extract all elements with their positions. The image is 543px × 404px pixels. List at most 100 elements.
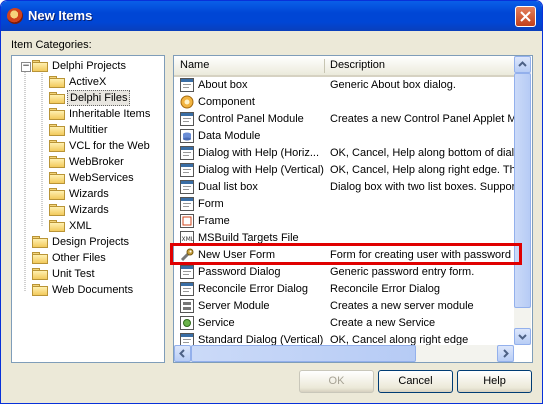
close-icon — [520, 11, 531, 22]
item-name: Server Module — [198, 300, 270, 312]
form-icon — [180, 282, 194, 296]
horizontal-scrollbar[interactable] — [174, 345, 514, 362]
window-title: New Items — [28, 8, 93, 23]
tree-item-label: Other Files — [52, 252, 106, 264]
folder-icon — [49, 140, 65, 152]
arrow-right-icon — [503, 349, 509, 358]
tree-item-label: Delphi Files — [67, 90, 131, 106]
category-tree[interactable]: − Delphi Projects ActiveX Delphi Files Inher… — [11, 55, 165, 363]
tree-item-label: Multitier — [69, 124, 108, 136]
list-item[interactable]: Password Dialog Generic password entry fo… — [174, 264, 514, 281]
form-icon — [180, 197, 194, 211]
list-item[interactable]: Service Create a new Service — [174, 315, 514, 332]
folder-icon — [32, 252, 48, 264]
form-icon — [180, 265, 194, 279]
item-description: Creates a new server module — [330, 300, 474, 312]
arrow-left-icon — [179, 349, 185, 358]
help-button[interactable]: Help — [457, 370, 532, 393]
tree-item-label: WebServices — [69, 172, 134, 184]
cancel-button[interactable]: Cancel — [378, 370, 453, 393]
item-description: Generic password entry form. — [330, 266, 475, 278]
tree-item-label: Design Projects — [52, 236, 130, 248]
vertical-scroll-thumb[interactable] — [514, 73, 531, 308]
folder-icon — [49, 188, 65, 200]
close-button[interactable] — [515, 6, 536, 27]
collapse-icon[interactable]: − — [21, 62, 31, 72]
scroll-right-button[interactable] — [497, 345, 514, 362]
list-item[interactable]: Dual list box Dialog box with two list bo… — [174, 179, 514, 196]
tree-item-label: WebBroker — [69, 156, 124, 168]
item-name: Component — [198, 96, 255, 108]
tree-item-label: Unit Test — [52, 268, 95, 280]
tree-item-label: Inheritable Items — [69, 108, 151, 120]
service-icon — [180, 316, 194, 330]
list-item[interactable]: Component — [174, 94, 514, 111]
item-categories-label: Item Categories: — [11, 39, 92, 51]
folder-icon — [49, 108, 65, 120]
item-description: Generic About box dialog. — [330, 79, 456, 91]
component-icon — [180, 95, 194, 109]
tree-item-label: Web Documents — [52, 284, 134, 296]
item-description: OK, Cancel, Help along bottom of dialo — [330, 147, 514, 159]
item-name: Dialog with Help (Horiz... — [198, 147, 320, 159]
scroll-up-button[interactable] — [514, 56, 531, 73]
data-module-icon — [180, 129, 194, 143]
items-list[interactable]: Name Description About box Generic About … — [173, 55, 533, 363]
horizontal-scroll-thumb[interactable] — [191, 345, 416, 362]
item-description: Creates a new Control Panel Applet Mo — [330, 113, 514, 125]
item-description: OK, Cancel, Help along right edge. This — [330, 164, 514, 176]
tree-item-label: VCL for the Web — [69, 140, 150, 152]
tree-item-label: Wizards — [69, 188, 109, 200]
tree-item-label: Delphi Projects — [52, 60, 126, 72]
list-item[interactable]: Data Module — [174, 128, 514, 145]
list-item[interactable]: Form — [174, 196, 514, 213]
folder-icon — [49, 76, 65, 88]
folder-icon — [32, 284, 48, 296]
arrow-up-icon — [518, 61, 527, 67]
form-icon — [180, 163, 194, 177]
item-name: Password Dialog — [198, 266, 281, 278]
column-header-name[interactable]: Name — [180, 59, 209, 71]
list-item[interactable]: Server Module Creates a new server module — [174, 298, 514, 315]
frame-icon — [180, 214, 194, 228]
list-item[interactable]: Dialog with Help (Horiz... OK, Cancel, He… — [174, 145, 514, 162]
form-icon — [180, 112, 194, 126]
item-name: Frame — [198, 215, 230, 227]
item-name: Form — [198, 198, 224, 210]
item-name: Dual list box — [198, 181, 258, 193]
vertical-scrollbar[interactable] — [514, 56, 531, 345]
scroll-down-button[interactable] — [514, 328, 531, 345]
form-icon — [180, 146, 194, 160]
item-description: Reconcile Error Dialog — [330, 283, 441, 295]
list-item[interactable]: Control Panel Module Creates a new Contro… — [174, 111, 514, 128]
item-description: Create a new Service — [330, 317, 436, 329]
ok-button[interactable]: OK — [299, 370, 374, 393]
item-name: Control Panel Module — [198, 113, 304, 125]
folder-icon — [49, 92, 65, 104]
folder-icon — [32, 60, 48, 72]
app-icon — [7, 8, 23, 24]
folder-icon — [49, 204, 65, 216]
list-item[interactable]: Reconcile Error Dialog Reconcile Error Di… — [174, 281, 514, 298]
item-name: About box — [198, 79, 248, 91]
item-name: Data Module — [198, 130, 261, 142]
svg-text:XML: XML — [182, 236, 195, 243]
scroll-left-button[interactable] — [174, 345, 191, 362]
item-name: Service — [198, 317, 235, 329]
folder-icon — [49, 172, 65, 184]
item-name: Reconcile Error Dialog — [198, 283, 309, 295]
list-item[interactable]: About box Generic About box dialog. — [174, 77, 514, 94]
folder-icon — [32, 268, 48, 280]
folder-icon — [32, 236, 48, 248]
list-item[interactable]: Frame — [174, 213, 514, 230]
form-icon — [180, 180, 194, 194]
tree-item-label: ActiveX — [69, 76, 107, 88]
arrow-down-icon — [518, 334, 527, 340]
column-header-description[interactable]: Description — [330, 59, 385, 71]
title-bar[interactable]: New Items — [1, 1, 542, 31]
item-name: Dialog with Help (Vertical) — [198, 164, 324, 176]
new-items-dialog: New Items Item Categories: − Delphi Proje… — [0, 0, 543, 404]
folder-icon — [49, 124, 65, 136]
list-item[interactable]: Dialog with Help (Vertical) OK, Cancel, H… — [174, 162, 514, 179]
item-description: Dialog box with two list boxes. Support — [330, 181, 514, 193]
